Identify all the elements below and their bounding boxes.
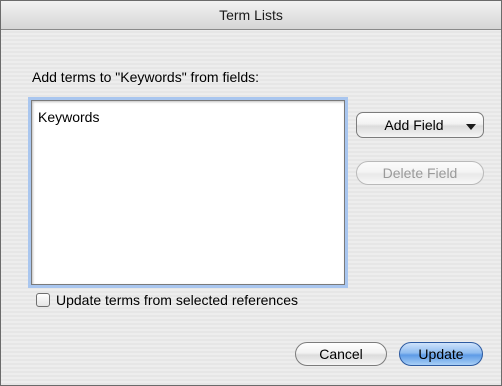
update-button[interactable]: Update	[399, 342, 483, 366]
add-field-label: Add Field	[384, 117, 444, 133]
list-item[interactable]: Keywords	[38, 109, 99, 125]
update-from-selected-label[interactable]: Update terms from selected references	[56, 292, 298, 308]
add-field-button[interactable]: Add Field	[356, 112, 484, 138]
cancel-button[interactable]: Cancel	[295, 342, 387, 366]
term-lists-dialog: Term Lists Add terms to "Keywords" from …	[0, 0, 502, 386]
fields-list[interactable]: Keywords	[31, 100, 345, 285]
window-title: Term Lists	[219, 7, 283, 23]
update-from-selected-checkbox[interactable]	[36, 293, 50, 307]
dropdown-arrow-icon	[466, 124, 476, 130]
delete-field-button: Delete Field	[356, 161, 484, 185]
prompt-label: Add terms to "Keywords" from fields:	[32, 69, 260, 85]
title-bar: Term Lists	[1, 1, 501, 30]
